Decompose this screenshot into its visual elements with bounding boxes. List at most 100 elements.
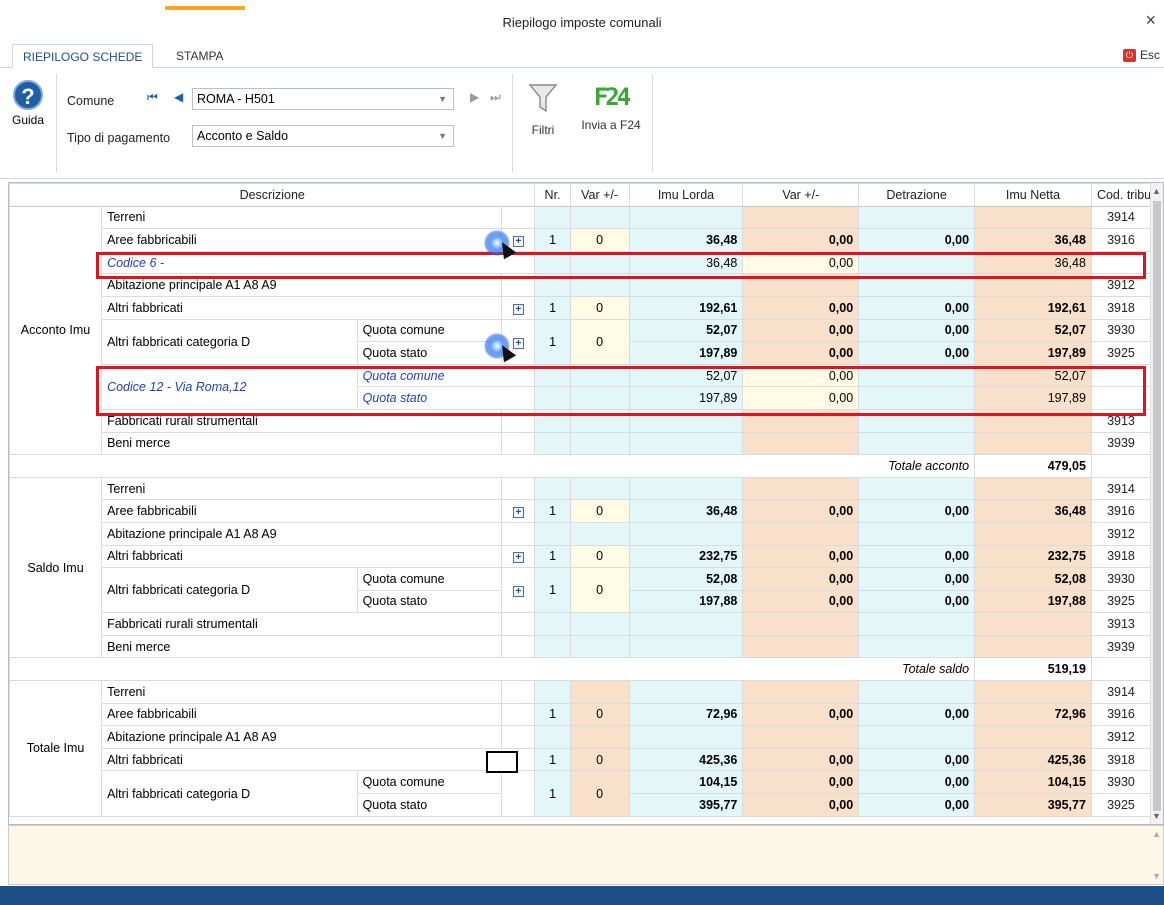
totale-acconto-label: Totale acconto: [9, 454, 976, 478]
var-cell[interactable]: 0: [569, 567, 630, 614]
scroll-up-icon[interactable]: ▲: [1152, 186, 1161, 196]
quota-label: Quota comune: [356, 363, 536, 388]
var2-cell[interactable]: 0,00: [742, 341, 860, 365]
table-row[interactable]: Abitazione principale A1 A8 A9 3912: [10, 725, 1152, 749]
last-record-icon[interactable]: ⏭: [490, 90, 501, 105]
expand-button[interactable]: +: [501, 544, 536, 569]
detail-row-codice-12[interactable]: Codice 12 - Via Roma,12 Quota comune 52,…: [10, 363, 1152, 410]
col-descrizione[interactable]: Descrizione: [9, 183, 536, 207]
chevron-down-icon: ▼: [438, 131, 447, 141]
var-cell[interactable]: 0: [569, 228, 630, 252]
table-row[interactable]: Totale Imu Terreni 3914: [9, 680, 1152, 817]
table-row[interactable]: Altri fabbricati categoria D Quota comun…: [10, 318, 1152, 365]
scroll-up-icon[interactable]: ▲: [1152, 829, 1161, 839]
nr-cell: 1: [534, 295, 571, 320]
table-row[interactable]: Beni merce 3939: [10, 431, 1152, 456]
lorda-cell: 197,88: [628, 589, 744, 614]
table-row[interactable]: Aree fabbricabili + 1 0 36,48 0,00 0,00 …: [10, 499, 1152, 523]
table-row[interactable]: Aree fabbricabili + 1 0 36,48 0,00 0,00 …: [10, 228, 1152, 252]
var2-cell[interactable]: 0,00: [742, 544, 860, 569]
cod-tributo: 3914: [1090, 205, 1152, 230]
netta-cell: 197,89: [974, 341, 1092, 365]
scroll-thumb[interactable]: [1153, 201, 1161, 811]
var2-cell[interactable]: 0,00: [742, 589, 860, 614]
var2-cell[interactable]: 0,00: [742, 567, 860, 591]
col-var2[interactable]: Var +/-: [742, 183, 860, 207]
netta-cell: 52,08: [974, 567, 1092, 591]
detrazione-cell: 0,00: [858, 770, 976, 795]
var2-cell[interactable]: 0,00: [742, 363, 860, 388]
table-row[interactable]: Aree fabbricabili 1 0 72,96 0,00 0,00 72…: [10, 702, 1152, 727]
quota-label: Quota stato: [356, 589, 503, 614]
scroll-down-icon[interactable]: ▼: [1152, 811, 1161, 821]
close-icon[interactable]: ×: [1145, 10, 1156, 31]
filtri-button[interactable]: Filtri: [520, 82, 566, 137]
table-row[interactable]: Saldo Imu Terreni 3914: [9, 476, 1152, 659]
lorda-cell: 72,96: [628, 702, 744, 727]
row-desc: Fabbricati rurali strumentali: [101, 612, 503, 636]
quota-label: Quota comune: [356, 770, 503, 795]
col-cod-tributo[interactable]: Cod. tributo: [1090, 183, 1152, 207]
scroll-down-icon[interactable]: ▼: [1152, 871, 1161, 881]
first-record-icon[interactable]: ⏮: [147, 90, 158, 105]
cod-tributo: 3930: [1090, 770, 1152, 795]
table-row[interactable]: Altri fabbricati + 1 0 192,61 0,00 0,00 …: [10, 295, 1152, 320]
window-title: Riepilogo imposte comunali: [502, 15, 662, 30]
quota-label: Quota comune: [356, 567, 503, 591]
col-imu-netta[interactable]: Imu Netta: [974, 183, 1092, 207]
comune-select[interactable]: ROMA - H501 ▼: [192, 88, 454, 110]
detrazione-cell: 0,00: [858, 318, 976, 343]
next-record-icon[interactable]: ▶: [470, 90, 479, 104]
table-row[interactable]: Altri fabbricati 1 0 425,36 0,00 0,00 42…: [10, 747, 1152, 772]
expand-button[interactable]: +: [501, 567, 536, 614]
row-desc: Altri fabbricati categoria D: [101, 567, 358, 614]
invia-f24-button[interactable]: F24 Invia a F24: [570, 82, 652, 132]
detail-row-codice-6[interactable]: Codice 6 - 36,48 0,00 36,48: [10, 250, 1152, 275]
riepilogo-grid[interactable]: Descrizione Nr. Var +/- Imu Lorda Var +/…: [8, 182, 1164, 825]
var-cell[interactable]: 0: [569, 318, 630, 365]
plus-box-icon: +: [512, 235, 524, 247]
table-row[interactable]: Beni merce 3939: [10, 634, 1152, 659]
tab-riepilogo-schede[interactable]: RIEPILOGO SCHEDE: [12, 44, 154, 68]
var2-cell[interactable]: 0,00: [742, 499, 860, 523]
table-row[interactable]: Abitazione principale A1 A8 A9 3912: [10, 521, 1152, 546]
nr-cell: 1: [534, 318, 571, 365]
prev-record-icon[interactable]: ◀: [174, 90, 183, 104]
tab-stampa[interactable]: STAMPA: [166, 44, 234, 68]
row-desc: Altri fabbricati: [101, 747, 503, 772]
table-row[interactable]: Altri fabbricati categoria D Quota comun…: [10, 567, 1152, 614]
detrazione-cell: 0,00: [858, 341, 976, 365]
var-cell[interactable]: 0: [569, 544, 630, 569]
var2-cell[interactable]: 0,00: [742, 295, 860, 320]
notes-panel[interactable]: ▲ ▼: [8, 825, 1164, 885]
table-row[interactable]: Abitazione principale A1 A8 A9 3912: [10, 273, 1152, 297]
vertical-scrollbar[interactable]: ▲ ▼: [1150, 183, 1163, 824]
col-imu-lorda[interactable]: Imu Lorda: [628, 183, 744, 207]
expand-button[interactable]: +: [501, 295, 536, 320]
tipo-pagamento-select[interactable]: Acconto e Saldo ▼: [192, 125, 454, 147]
row-desc: Codice 6 -: [101, 250, 536, 275]
var2-cell[interactable]: 0,00: [742, 250, 860, 275]
detrazione-cell: 0,00: [858, 702, 976, 727]
var2-cell[interactable]: 0,00: [742, 318, 860, 343]
group-label: Acconto Imu: [9, 205, 103, 456]
cod-tributo: 3916: [1090, 228, 1152, 252]
table-row[interactable]: Altri fabbricati categoria D Quota comun…: [10, 770, 1152, 817]
esc-button[interactable]: ⏻ Esc: [1122, 48, 1160, 63]
col-nr[interactable]: Nr.: [534, 183, 571, 207]
tipo-pagamento-value: Acconto e Saldo: [197, 129, 289, 143]
table-row[interactable]: Fabbricati rurali strumentali 3913: [10, 408, 1152, 433]
table-row[interactable]: Fabbricati rurali strumentali 3913: [10, 612, 1152, 636]
col-detrazione[interactable]: Detrazione: [858, 183, 976, 207]
riepilogo-table: Descrizione Nr. Var +/- Imu Lorda Var +/…: [9, 183, 1152, 817]
var-cell[interactable]: 0: [569, 499, 630, 523]
table-row[interactable]: Acconto Imu Terreni 3914: [9, 205, 1152, 456]
table-row[interactable]: Altri fabbricati + 1 0 232,75 0,00 0,00 …: [10, 544, 1152, 569]
var2-cell[interactable]: 0,00: [742, 386, 860, 410]
lorda-cell: 425,36: [628, 747, 744, 772]
var2-cell[interactable]: 0,00: [742, 228, 860, 252]
expand-button[interactable]: +: [501, 499, 536, 523]
col-var[interactable]: Var +/-: [569, 183, 630, 207]
var-cell[interactable]: 0: [569, 295, 630, 320]
guida-button[interactable]: ? Guida: [6, 80, 50, 127]
